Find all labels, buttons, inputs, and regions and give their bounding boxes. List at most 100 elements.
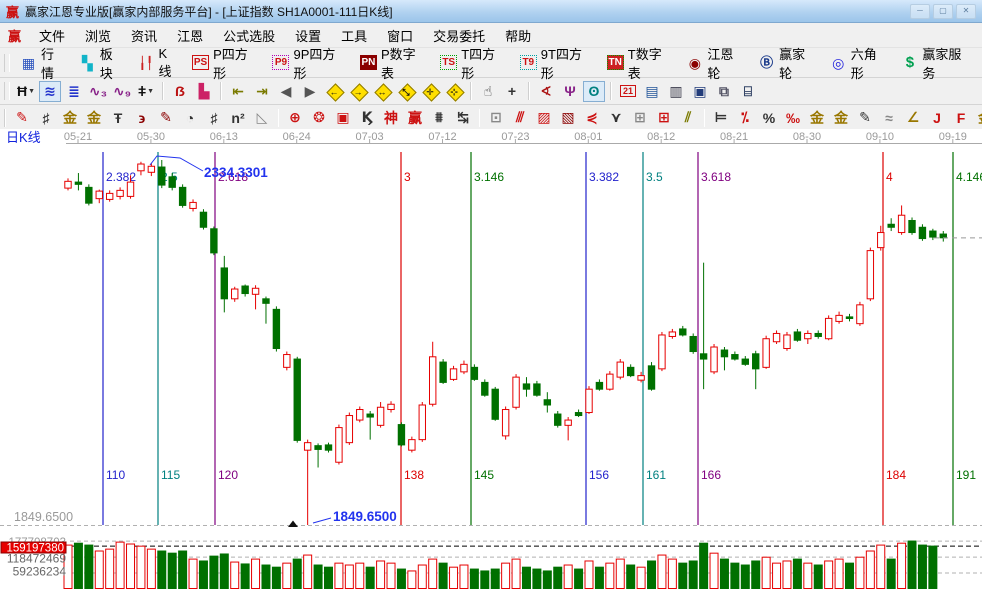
next-bar-button[interactable]: ▶ — [299, 81, 321, 102]
spiral-button[interactable]: ϶ — [131, 107, 153, 128]
fan-box-button[interactable]: ▨ — [533, 107, 555, 128]
ratio-list-button[interactable]: ⊨ — [710, 107, 732, 128]
last-page-icon: ⇥ — [256, 83, 268, 100]
gold-angle-button[interactable]: ∠ — [902, 107, 924, 128]
snapshot-button[interactable]: ⧉ — [713, 81, 735, 102]
candle-body — [555, 414, 561, 425]
titlebar[interactable]: 赢 赢家江恩专业版[赢家内部服务平台] - [上证指数 SH1A0001-111… — [0, 0, 982, 23]
percent-angle-button[interactable]: ⁒ — [734, 107, 756, 128]
pen-measure-button[interactable]: ✎ — [854, 107, 876, 128]
gann-candlestick-chart[interactable]: 日K线05-2105-3006-1306-2407-0307-1207-2308… — [0, 129, 982, 589]
crosshair-tool-button[interactable]: + — [501, 81, 523, 102]
9p-square-icon: P9 — [272, 55, 289, 70]
close-button[interactable]: ✕ — [956, 4, 976, 19]
angle-guide-button[interactable]: ◺ — [251, 107, 273, 128]
gold-lines-button[interactable]: 金 — [830, 107, 852, 128]
brain-tool-button[interactable]: ʘ — [583, 81, 605, 102]
j-angle-button[interactable]: J — [926, 107, 948, 128]
volume-bar — [293, 559, 301, 588]
permille-button[interactable]: ‰ — [782, 107, 804, 128]
t-square-icon: TS — [440, 55, 457, 70]
save-button[interactable]: ▣ — [689, 81, 711, 102]
calendar-button[interactable]: 21 — [617, 81, 639, 102]
k-marks-button[interactable]: Ϗ — [356, 107, 378, 128]
tool-p-square[interactable]: PSP四方形 — [192, 44, 261, 82]
tool-sectors[interactable]: ▚板块 — [79, 44, 126, 82]
memo-button[interactable]: ▥ — [665, 81, 687, 102]
gann-star-button[interactable]: ❂ — [308, 107, 330, 128]
n-square-button[interactable]: n² — [227, 107, 249, 128]
win-tool-button[interactable]: 赢 — [404, 107, 426, 128]
prev-bar-button[interactable]: ◀ — [275, 81, 297, 102]
parallel-lines-button[interactable]: ⫽ — [677, 107, 699, 128]
gold-scale-1-button[interactable]: 金 — [59, 107, 81, 128]
kline-style-button[interactable]: Ħ▼ — [15, 81, 37, 102]
zoom-horizontal-button[interactable]: ↔ — [371, 81, 393, 102]
tool-p-number-table[interactable]: PNP数字表 — [360, 44, 428, 82]
info-board-button[interactable]: ≣ — [63, 81, 85, 102]
histogram-button[interactable]: ▙ — [193, 81, 215, 102]
tool-gann-wheel[interactable]: ◉江恩轮 — [686, 44, 746, 82]
fan-box-2-button[interactable]: ▧ — [557, 107, 579, 128]
gann-grid-wheel-button[interactable]: ▣ — [332, 107, 354, 128]
menu-item-news[interactable]: 资讯 — [121, 24, 167, 47]
candle-body — [523, 384, 529, 389]
grid-dots-button[interactable]: ⊞ — [629, 107, 651, 128]
magic-tool-button[interactable]: Ψ — [559, 81, 581, 102]
calculator-button[interactable]: ▤ — [641, 81, 663, 102]
zoom-diagonal-button[interactable]: ⤡ — [395, 81, 417, 102]
overlay-chart-button[interactable]: ≋ — [39, 81, 61, 102]
tool-winner-wheel[interactable]: Ⓑ赢家轮 — [758, 44, 818, 82]
export-button[interactable]: ⌸ — [737, 81, 759, 102]
tool-9t-square[interactable]: T99T四方形 — [520, 44, 595, 82]
tool-t-number-table[interactable]: TNT数字表 — [607, 44, 675, 82]
chart-area[interactable]: 日K线05-2105-3006-1306-2407-0307-1207-2308… — [0, 129, 982, 589]
low-callout-line — [313, 518, 331, 523]
hand-tool-button[interactable]: ☝ — [477, 81, 499, 102]
scale-ruler-button[interactable]: ♯ — [35, 107, 57, 128]
minimize-button[interactable]: ─ — [910, 4, 930, 19]
tool-t-square[interactable]: TST四方形 — [440, 44, 508, 82]
zoom-full-button[interactable]: ⊹ — [443, 81, 465, 102]
f-scale-button[interactable]: Ŧ — [107, 107, 129, 128]
thin-candle-button[interactable]: ǂ▼ — [135, 81, 157, 102]
v-lines-button[interactable]: ⋎ — [605, 107, 627, 128]
candle-body — [898, 215, 904, 232]
gold-scale-2-button[interactable]: 金 — [83, 107, 105, 128]
gann-target-button[interactable]: ⊕ — [284, 107, 306, 128]
shen-tool-button[interactable]: 神 — [380, 107, 402, 128]
candle-body — [690, 336, 696, 351]
angle-fan-button[interactable]: ⋞ — [581, 107, 603, 128]
zoom-cross-button[interactable]: ✛ — [419, 81, 441, 102]
grid-red-button[interactable]: ⊞ — [653, 107, 675, 128]
maximize-button[interactable]: ▢ — [933, 4, 953, 19]
tool-quotes[interactable]: ▦行情 — [20, 44, 67, 82]
tool-kline[interactable]: ╽╿K线 — [137, 46, 179, 80]
grid-123-button[interactable]: ⩩ — [428, 107, 450, 128]
gold-circle-button[interactable]: 金 — [806, 107, 828, 128]
winner-service-icon: $ — [901, 55, 918, 70]
f-angle-button[interactable]: F — [950, 107, 972, 128]
figures-button[interactable]: ẞ — [169, 81, 191, 102]
pen-scale-button[interactable]: ✎ — [155, 107, 177, 128]
minor-cycle-9-button[interactable]: ∿₉ — [111, 81, 133, 102]
fan-lines-button[interactable]: ⫻ — [509, 107, 531, 128]
zoom-left-button[interactable]: ← — [323, 81, 345, 102]
tool-hexagon[interactable]: ◎六角形 — [830, 44, 890, 82]
span-arrows-button[interactable]: ↹ — [452, 107, 474, 128]
angle-measure-button[interactable]: ∢ — [535, 81, 557, 102]
time-circle-button[interactable]: ◔ — [179, 107, 201, 128]
percent-button[interactable]: % — [758, 107, 780, 128]
draw-pen-button[interactable]: ✎ — [11, 107, 33, 128]
minor-cycle-3-button[interactable]: ∿₃ — [87, 81, 109, 102]
box-grid-button[interactable]: ⊡ — [485, 107, 507, 128]
tool-winner-service[interactable]: $赢家服务 — [901, 44, 974, 82]
gold-angle-2-button[interactable]: 金 — [974, 107, 982, 128]
tool-9p-square[interactable]: P99P四方形 — [272, 44, 347, 82]
last-page-button[interactable]: ⇥ — [251, 81, 273, 102]
gann-bar-label: 156 — [589, 468, 609, 482]
first-page-button[interactable]: ⇤ — [227, 81, 249, 102]
wave-button[interactable]: ≈ — [878, 107, 900, 128]
zoom-right-button[interactable]: → — [347, 81, 369, 102]
ruler-2-button[interactable]: ♯ — [203, 107, 225, 128]
